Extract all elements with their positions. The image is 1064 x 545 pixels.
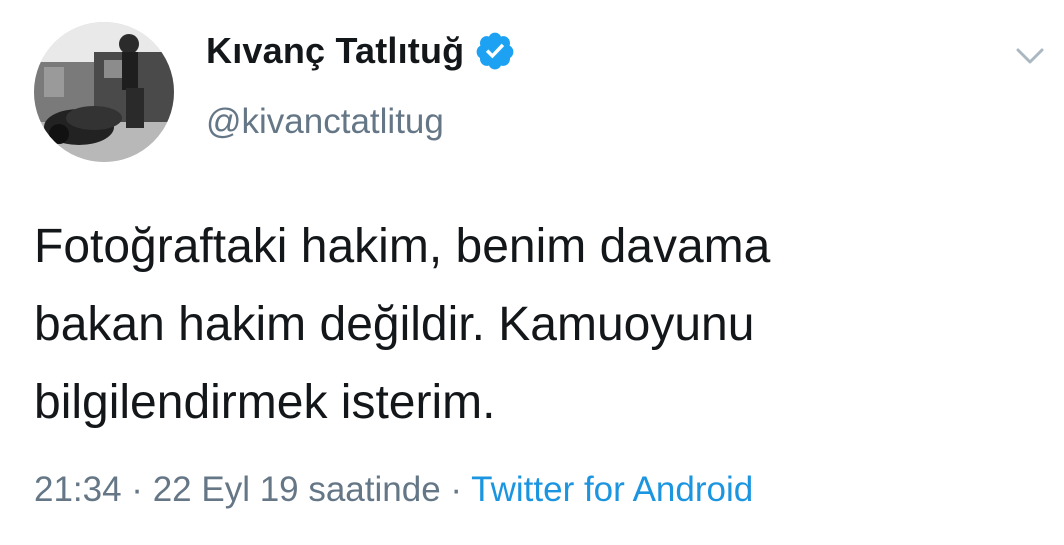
author-row: Kıvanç Tatlıtuğ xyxy=(206,30,516,72)
timestamp[interactable]: 21:34 · 22 Eyl 19 saatinde xyxy=(34,470,441,509)
tweet-meta: 21:34 · 22 Eyl 19 saatinde · Twitter for… xyxy=(34,470,753,510)
display-name[interactable]: Kıvanç Tatlıtuğ xyxy=(206,30,464,72)
avatar-photo xyxy=(34,22,174,162)
source-link[interactable]: Twitter for Android xyxy=(471,470,753,509)
user-handle[interactable]: @kivanctatlitug xyxy=(206,102,444,142)
tweet-card: Kıvanç Tatlıtuğ @kivanctatlitug Fotoğraf… xyxy=(0,0,1064,545)
tweet-text: Fotoğraftaki hakim, benim davama bakan h… xyxy=(34,208,1044,442)
chevron-down-icon[interactable] xyxy=(1012,40,1048,70)
avatar[interactable] xyxy=(34,22,174,162)
tweet-text-line: bakan hakim değildir. Kamuoyunu xyxy=(34,298,755,351)
verified-badge-icon xyxy=(474,30,516,72)
tweet-text-line: Fotoğraftaki hakim, benim davama xyxy=(34,220,771,273)
meta-separator: · xyxy=(440,470,472,509)
tweet-text-line: bilgilendirmek isterim. xyxy=(34,376,496,429)
